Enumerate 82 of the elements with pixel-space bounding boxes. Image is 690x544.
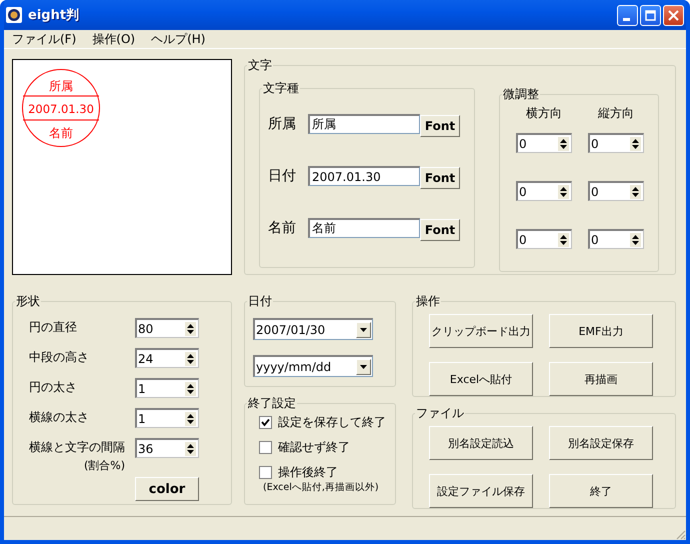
field-label: 日付 [268, 167, 297, 185]
spin-arrows-icon[interactable] [630, 136, 641, 150]
field-label: 円の直径 [29, 319, 77, 336]
spin-arrows-icon[interactable] [630, 184, 641, 198]
group-label: 形状 [15, 293, 41, 310]
font-button[interactable]: Font [420, 115, 460, 137]
spin-field[interactable]: 80 [135, 318, 199, 338]
text-field[interactable]: 2007.01.30 [308, 166, 420, 186]
checkbox-label: 確認せず終了 [278, 439, 350, 456]
stamp-text: 2007.01.30 [28, 102, 94, 116]
maximize-button[interactable] [640, 4, 661, 26]
group-label: 文字種 [262, 80, 300, 97]
field-label: 円の太さ [29, 379, 77, 396]
dropdown-arrow-icon[interactable] [360, 364, 367, 368]
close-icon [668, 10, 679, 20]
action-button[interactable]: Excelへ貼付 [429, 362, 533, 396]
window-title: eight判 [28, 7, 80, 24]
checkbox-label: 操作後終了 [278, 464, 338, 481]
group-label: 微調整 [502, 86, 540, 103]
menu-item[interactable]: ヘルプ(H) [145, 30, 212, 48]
field-label: 名前 [268, 219, 297, 237]
spin-field[interactable]: 1 [135, 408, 199, 428]
action-button[interactable]: EMF出力 [549, 314, 653, 348]
dropdown-field[interactable]: yyyy/mm/dd [253, 355, 373, 377]
spin-arrows-icon[interactable] [185, 442, 196, 456]
checkbox-label: 設定を保存して終了 [278, 414, 386, 431]
spin-field[interactable]: 36 [135, 438, 199, 458]
stamp-text: 名前 [49, 126, 73, 140]
unit-note: (割合%) [84, 458, 125, 473]
action-button[interactable]: クリップボード出力 [429, 314, 533, 348]
text-field[interactable]: 所属 [308, 114, 420, 134]
option-note: (Excelへ貼付,再描画以外) [262, 481, 380, 494]
maximize-icon [645, 10, 656, 20]
font-button[interactable]: Font [420, 219, 460, 241]
spin-arrows-icon[interactable] [185, 412, 196, 426]
file-button[interactable]: 終了 [549, 474, 653, 508]
menu-item[interactable]: ファイル(F) [6, 30, 82, 48]
column-header: 縦方向 [597, 105, 635, 122]
app-icon [6, 7, 22, 23]
group-label: 終了設定 [247, 395, 297, 412]
group-label: 操作 [415, 293, 441, 310]
resize-grip-icon[interactable] [674, 528, 686, 540]
spin-field[interactable]: 24 [135, 348, 199, 368]
checkbox[interactable] [259, 441, 272, 454]
close-button[interactable] [663, 4, 684, 26]
spin-field[interactable]: 0 [516, 133, 572, 153]
field-label: 横線の太さ [29, 409, 89, 426]
stamp-text: 所属 [49, 79, 73, 93]
spin-field[interactable]: 0 [588, 181, 644, 201]
group-label: 日付 [247, 293, 273, 310]
minimize-button[interactable] [617, 4, 638, 26]
dropdown-arrow-icon[interactable] [360, 328, 367, 332]
spin-arrows-icon[interactable] [558, 184, 569, 198]
spin-arrows-icon[interactable] [630, 232, 641, 246]
text-field[interactable]: 名前 [308, 218, 420, 238]
field-label: 横線と文字の間隔 [29, 439, 125, 456]
column-header: 横方向 [525, 105, 563, 122]
group-label: 文字 [247, 57, 273, 74]
file-button[interactable]: 別名設定保存 [549, 426, 653, 460]
spin-arrows-icon[interactable] [558, 136, 569, 150]
action-button[interactable]: 再描画 [549, 362, 653, 396]
font-button[interactable]: Font [420, 167, 460, 189]
dropdown-field[interactable]: 2007/01/30 [253, 318, 373, 340]
color-button[interactable]: color [135, 477, 199, 501]
field-label: 所属 [268, 115, 297, 133]
spin-arrows-icon[interactable] [185, 322, 196, 336]
minimize-icon [622, 18, 630, 20]
field-label: 中段の高さ [29, 349, 89, 366]
menu-item[interactable]: 操作(O) [86, 30, 142, 48]
spin-field[interactable]: 0 [516, 229, 572, 249]
spin-arrows-icon[interactable] [558, 232, 569, 246]
spin-arrows-icon[interactable] [185, 382, 196, 396]
spin-field[interactable]: 1 [135, 378, 199, 398]
spin-field[interactable]: 0 [588, 133, 644, 153]
spin-arrows-icon[interactable] [185, 352, 196, 366]
group-label: ファイル [415, 405, 465, 422]
file-button[interactable]: 別名設定読込 [429, 426, 533, 460]
checkbox[interactable] [259, 466, 272, 479]
file-button[interactable]: 設定ファイル保存 [429, 474, 533, 508]
checkbox[interactable] [259, 416, 272, 429]
spin-field[interactable]: 0 [516, 181, 572, 201]
spin-field[interactable]: 0 [588, 229, 644, 249]
